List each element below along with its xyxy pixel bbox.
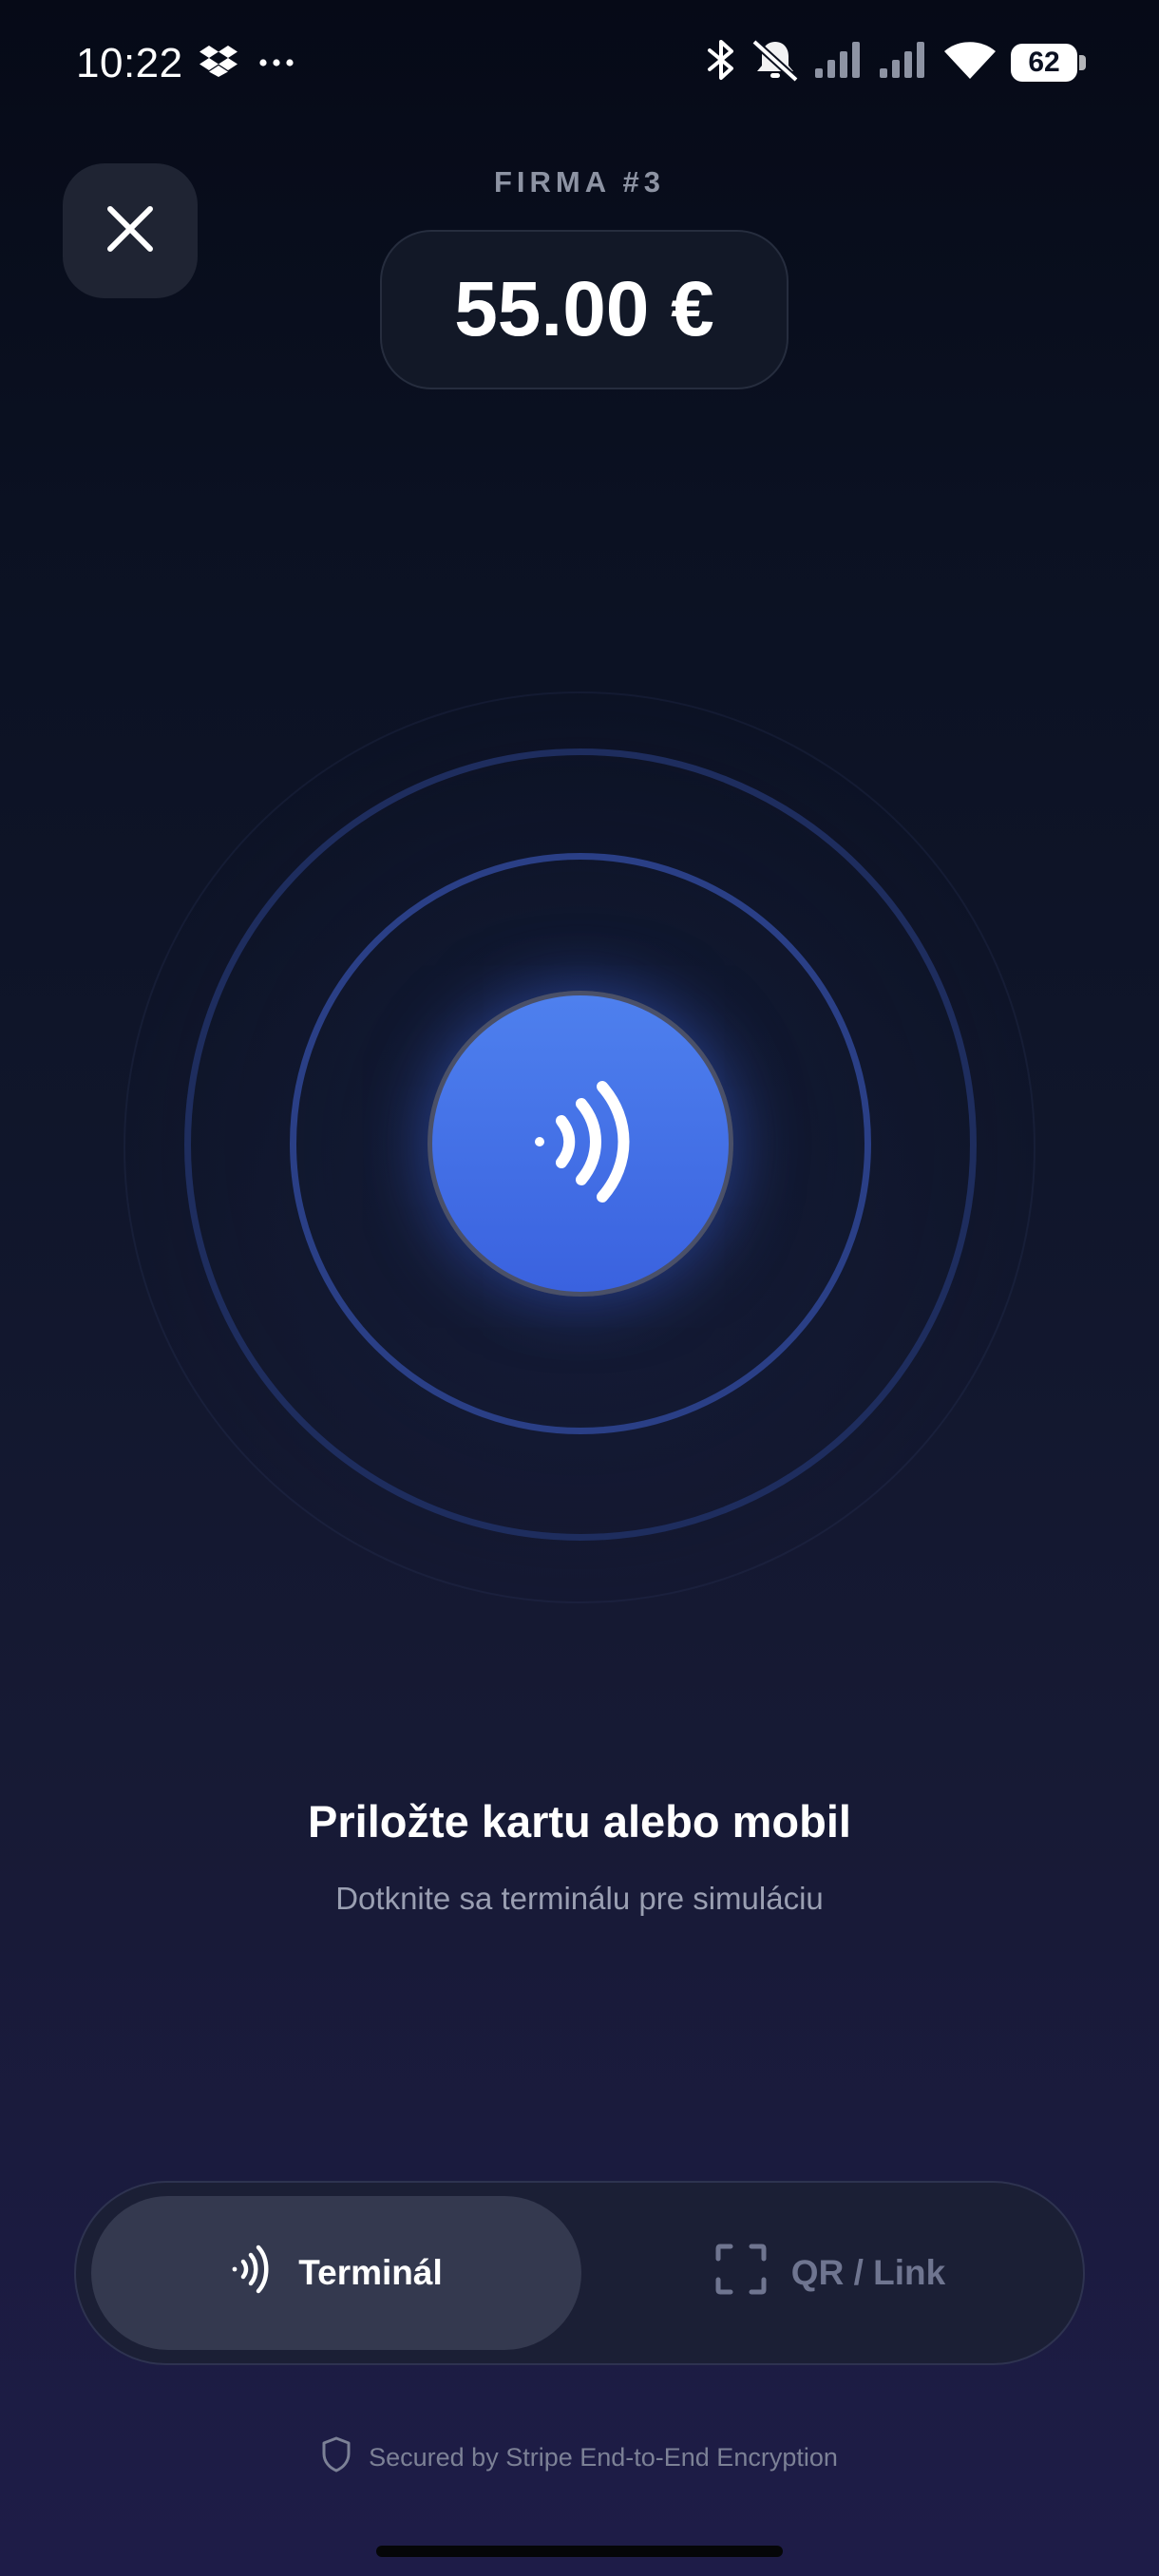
security-note: Secured by Stripe End-to-End Encryption xyxy=(0,2436,1159,2479)
contactless-icon xyxy=(519,1066,642,1222)
status-time: 10:22 xyxy=(76,40,183,86)
nfc-tap-button[interactable] xyxy=(428,991,733,1297)
amount-display: 55.00 € xyxy=(380,230,788,389)
battery-level: 62 xyxy=(1028,46,1060,78)
signal-icon xyxy=(813,40,864,85)
amount-value: 55.00 € xyxy=(454,266,714,352)
tab-terminal[interactable]: Terminál xyxy=(91,2196,581,2350)
close-icon xyxy=(105,204,155,258)
bluetooth-icon xyxy=(705,38,737,86)
tab-terminal-label: Terminál xyxy=(298,2253,443,2292)
prompt-title: Priložte kartu alebo mobil xyxy=(308,1796,851,1847)
tab-qr-link[interactable]: QR / Link xyxy=(589,2196,1072,2350)
merchant-name: FIRMA #3 xyxy=(493,165,666,199)
payment-mode-switch: Terminál QR / Link xyxy=(74,2181,1085,2365)
security-text: Secured by Stripe End-to-End Encryption xyxy=(369,2443,838,2472)
wifi-icon xyxy=(942,39,998,85)
status-right-icons: 62 xyxy=(705,38,1086,86)
more-icon xyxy=(258,55,294,72)
shield-icon xyxy=(321,2436,352,2479)
signal-icon xyxy=(878,40,929,85)
qr-scan-icon xyxy=(715,2244,767,2303)
contactless-icon xyxy=(230,2243,274,2304)
battery-icon: 62 xyxy=(1011,43,1086,82)
prompt-subtitle: Dotknite sa terminálu pre simuláciu xyxy=(335,1881,824,1916)
mute-icon xyxy=(750,38,800,86)
dropbox-icon xyxy=(200,44,238,83)
status-left-icons xyxy=(200,44,294,83)
tab-qr-link-label: QR / Link xyxy=(790,2253,946,2292)
home-indicator[interactable] xyxy=(376,2546,783,2557)
